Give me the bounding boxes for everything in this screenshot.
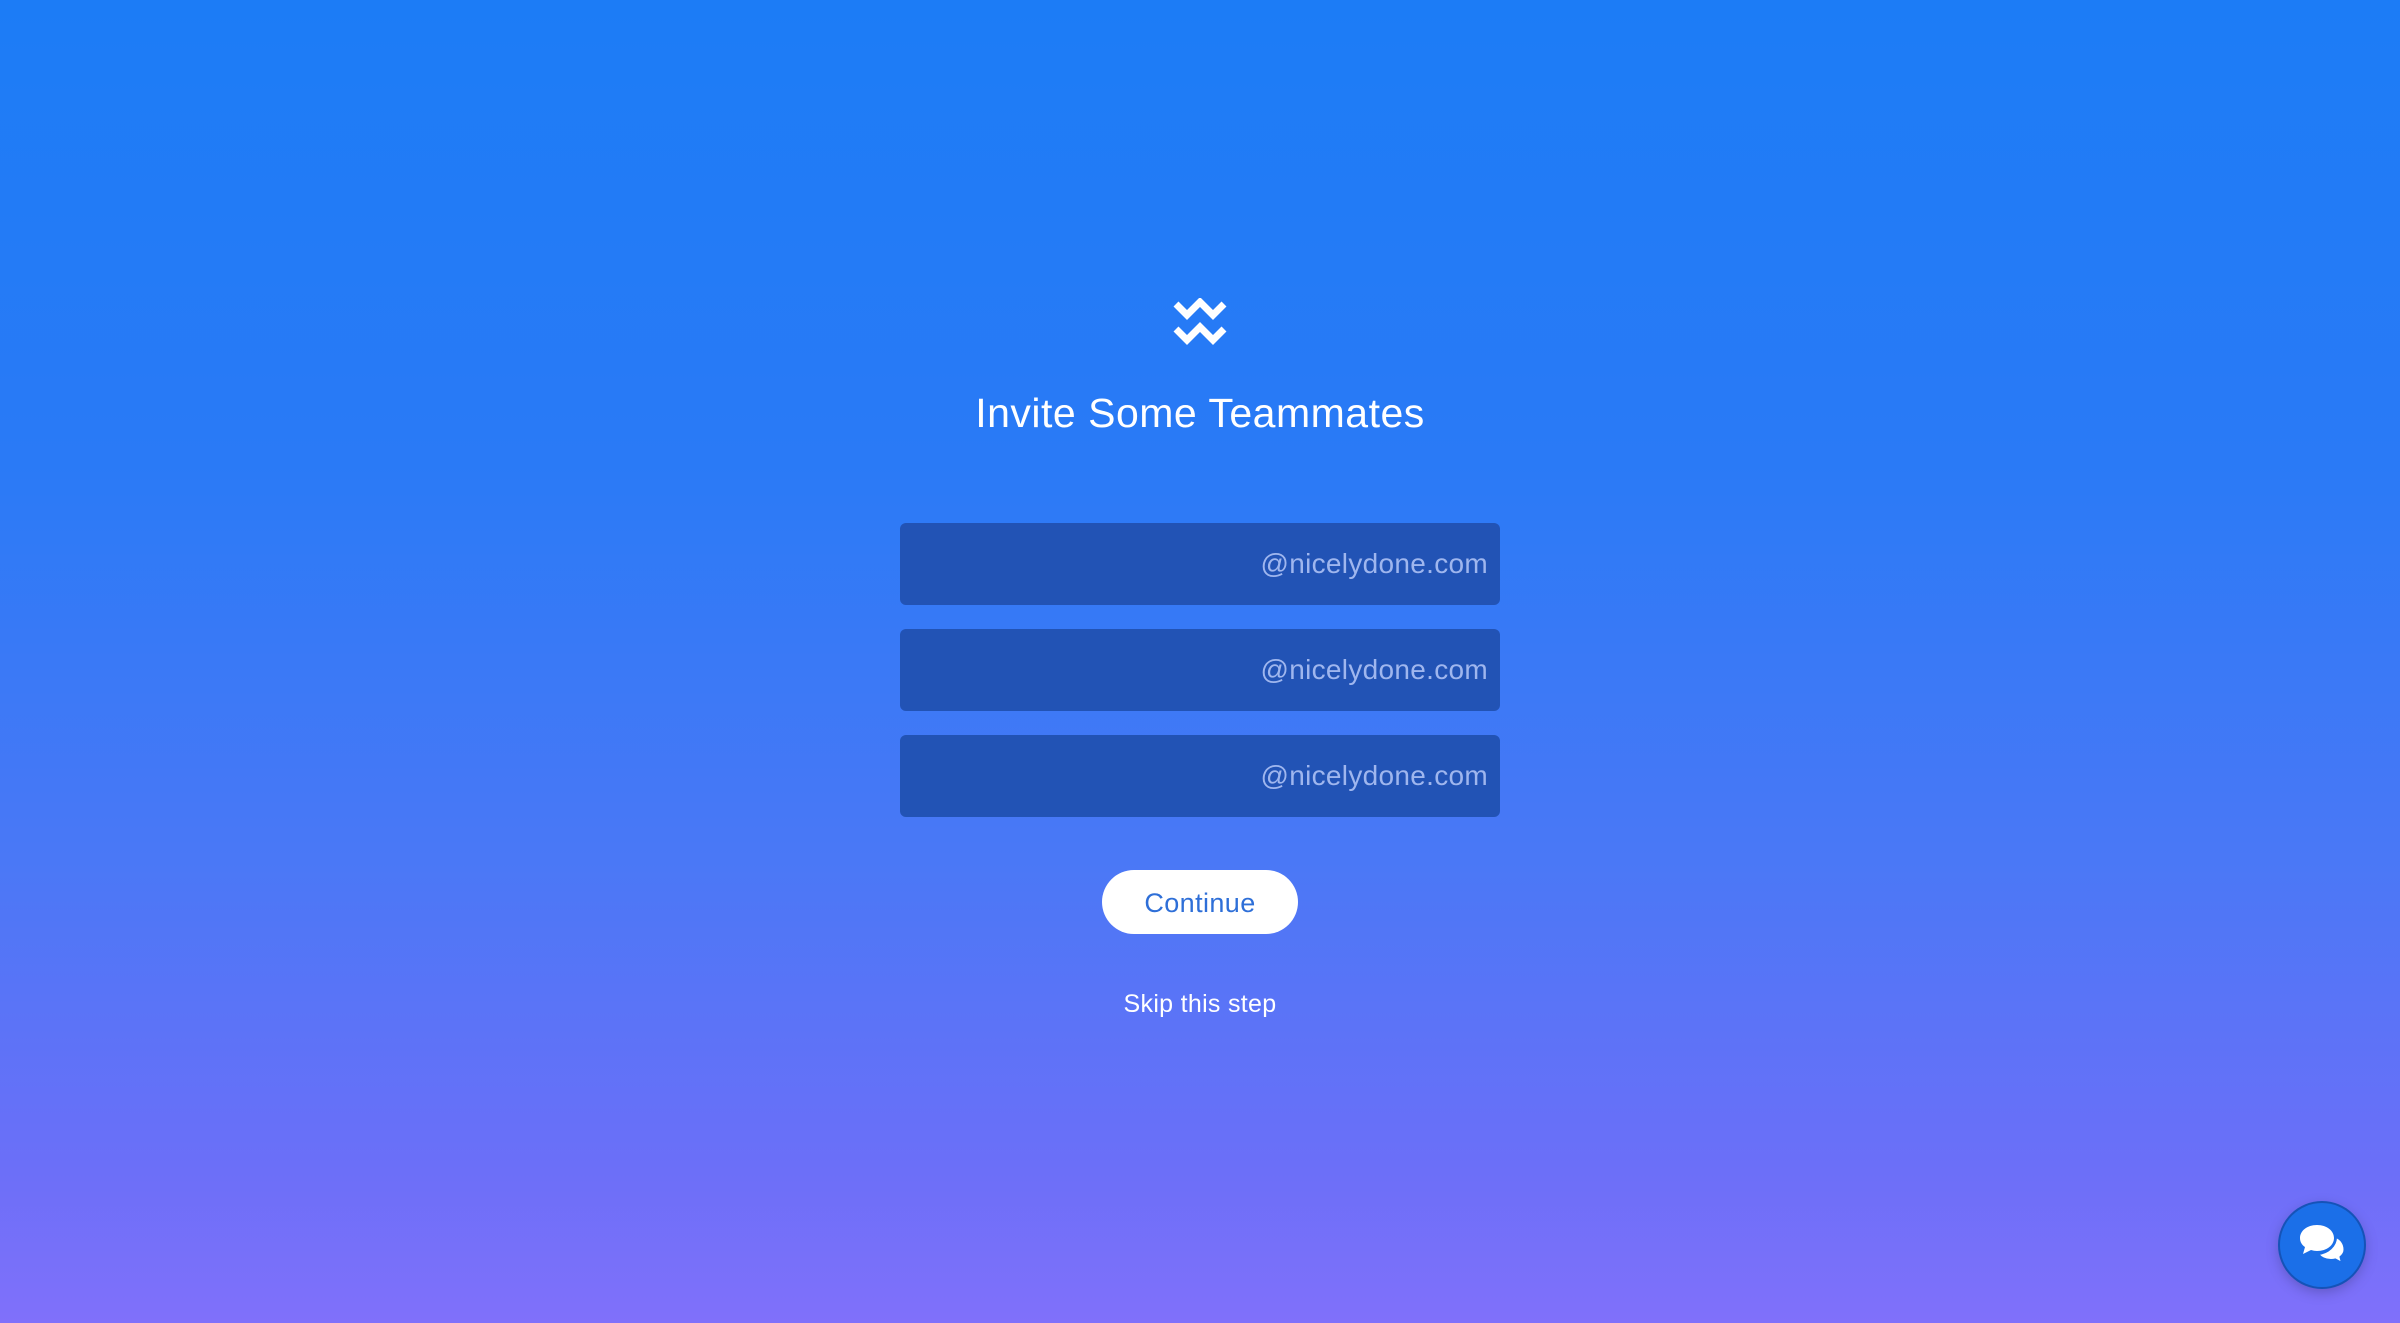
- email-domain-suffix: @nicelydone.com: [1260, 548, 1488, 579]
- invite-email-input-1[interactable]: [900, 523, 1240, 605]
- invite-email-field-1[interactable]: @nicelydone.com: [900, 523, 1500, 605]
- zigzag-logo-icon: [1173, 298, 1227, 345]
- invite-email-input-2[interactable]: [900, 629, 1240, 711]
- email-domain-suffix: @nicelydone.com: [1260, 654, 1488, 685]
- chat-bubbles-icon: [2300, 1225, 2346, 1265]
- invite-email-input-3[interactable]: [900, 735, 1240, 817]
- continue-button[interactable]: Continue: [1102, 870, 1298, 934]
- onboarding-invite-screen: Invite Some Teammates @nicelydone.com @n…: [0, 0, 2400, 1323]
- invite-email-field-3[interactable]: @nicelydone.com: [900, 735, 1500, 817]
- skip-step-link[interactable]: Skip this step: [1124, 990, 1277, 1018]
- skip-step-row: Skip this step: [0, 986, 2400, 1022]
- chat-widget-button[interactable]: [2280, 1203, 2364, 1287]
- email-domain-suffix: @nicelydone.com: [1260, 760, 1488, 791]
- invite-email-field-2[interactable]: @nicelydone.com: [900, 629, 1500, 711]
- page-title: Invite Some Teammates: [975, 390, 1425, 436]
